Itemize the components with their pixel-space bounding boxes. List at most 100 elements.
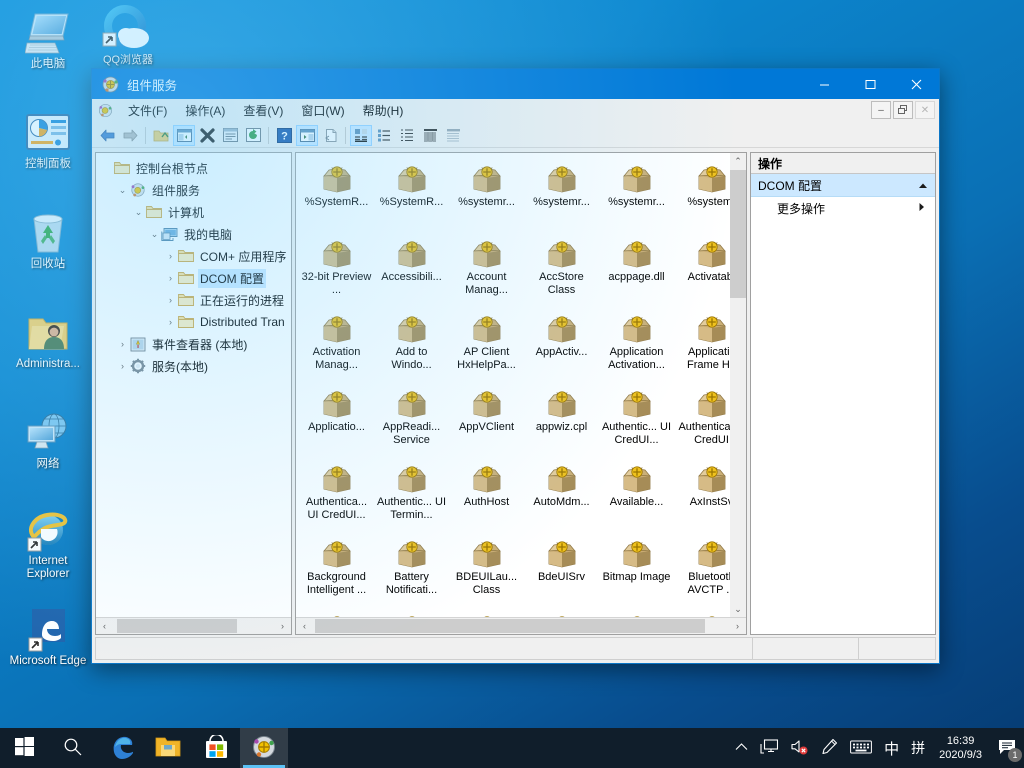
window-title-bar[interactable]: 组件服务 [92,69,939,99]
list-item[interactable]: acppage.dll [599,234,674,309]
touch-keyboard-button[interactable] [844,728,878,768]
list-item[interactable]: Activatabl [674,234,730,309]
list-item[interactable]: %systemr... [599,159,674,234]
ime-mode-button[interactable]: 中 [878,728,905,768]
list-item[interactable]: %systemr... [524,159,599,234]
chevron-right-icon[interactable]: › [164,294,177,307]
notification-center-button[interactable]: 1 [990,728,1024,768]
tree-item-8[interactable]: ›事件查看器 (本地) [96,333,291,355]
tree-item-7[interactable]: ›Distributed Tran [96,311,291,333]
chevron-right-icon[interactable]: › [164,272,177,285]
menu-item-view[interactable]: 查看(V) [234,99,292,122]
chevron-right-icon[interactable]: › [164,316,177,329]
list-item[interactable] [374,609,449,617]
scroll-up-arrow[interactable]: ⌃ [730,153,746,169]
list-item[interactable]: BdeUISrv [524,534,599,609]
menu-item-file[interactable]: 文件(F) [119,99,176,122]
component-services-button[interactable] [240,728,288,768]
icon-grid[interactable]: %SystemR...%SystemR...%systemr...%system… [296,153,730,617]
pen-button[interactable] [815,728,844,768]
list-item[interactable]: AppReadi... Service [374,384,449,459]
desktop-icon-recycle-bin[interactable]: 回收站 [8,208,88,271]
list-item[interactable]: Applicatic Frame Ho [674,309,730,384]
tree-item-9[interactable]: ›服务(本地) [96,355,291,377]
tree-item-6[interactable]: ›正在运行的进程 [96,289,291,311]
mdi-minimize-button[interactable]: – [871,101,891,119]
report-view-button[interactable] [442,125,464,146]
scroll-right-arrow[interactable]: › [274,618,291,634]
chevron-right-icon[interactable]: › [116,360,129,373]
list-item[interactable]: Authentica... UI CredUI... [299,459,374,534]
mdi-window-controls[interactable]: – ✕ [871,101,935,119]
scroll-left-arrow[interactable]: ‹ [296,618,313,634]
tree-item-1[interactable]: ⌄组件服务 [96,179,291,201]
list-item[interactable]: AP Client HxHelpPa... [449,309,524,384]
list-item[interactable]: Add to Windo... [374,309,449,384]
export-list-button[interactable] [319,125,341,146]
properties-button[interactable] [219,125,241,146]
list-item[interactable]: Battery Notificati... [374,534,449,609]
list-view-button[interactable] [396,125,418,146]
list-item[interactable]: %SystemR... [374,159,449,234]
list-item[interactable]: AppActiv... [524,309,599,384]
action-item-more-actions[interactable]: 更多操作 [751,197,935,219]
desktop-icon-user-folder[interactable]: Administra... [8,308,88,371]
console-tree-pane[interactable]: 控制台根节点⌄组件服务⌄计算机⌄我的电脑›COM+ 应用程序›DCOM 配置›正… [95,152,292,635]
list-item[interactable]: Application Activation... [599,309,674,384]
list-item[interactable]: BDEUILau... Class [449,534,524,609]
tree-item-4[interactable]: ›COM+ 应用程序 [96,245,291,267]
large-icons-button[interactable] [350,125,372,146]
list-item[interactable]: Authentica UI CredUI [674,384,730,459]
desktop-icon-qq-browser[interactable]: QQ浏览器 [88,4,168,67]
console-tree[interactable]: 控制台根节点⌄组件服务⌄计算机⌄我的电脑›COM+ 应用程序›DCOM 配置›正… [96,153,291,617]
list-item[interactable]: Bitmap Image [599,534,674,609]
list-item[interactable]: AppVClient [449,384,524,459]
list-item[interactable]: AxInstSv [674,459,730,534]
refresh-button[interactable] [242,125,264,146]
volume-button[interactable] [784,728,815,768]
list-item[interactable] [524,609,599,617]
file-explorer-button[interactable] [144,728,192,768]
list-item[interactable]: Authentic... UI CredUI... [599,384,674,459]
dcom-config-list[interactable]: %SystemR...%SystemR...%systemr...%system… [296,153,730,617]
start-button[interactable] [0,728,48,768]
back-button[interactable] [96,125,118,146]
list-item[interactable]: AuthHost [449,459,524,534]
tree-item-3[interactable]: ⌄我的电脑 [96,223,291,245]
actions-pane[interactable]: 操作 DCOM 配置 更多操作 [750,152,936,635]
scroll-thumb[interactable] [117,619,237,633]
list-item[interactable]: Account Manag... [449,234,524,309]
list-item[interactable]: %systemr... [449,159,524,234]
chevron-down-icon[interactable]: ⌄ [148,228,161,241]
search-button[interactable] [48,728,96,768]
help-button[interactable]: ? [273,125,295,146]
menu-item-action[interactable]: 操作(A) [176,99,234,122]
show-hidden-icons-button[interactable] [729,728,754,768]
scroll-track[interactable] [113,618,274,634]
taskbar[interactable]: 中 拼 16:39 2020/9/3 1 [0,728,1024,768]
desktop[interactable]: 此电脑 控制面板 [0,0,1024,768]
chevron-up-icon[interactable] [918,178,928,192]
scroll-right-arrow[interactable]: › [729,618,746,634]
list-item[interactable] [599,609,674,617]
scroll-track[interactable] [313,618,729,634]
desktop-icon-internet-explorer[interactable]: Internet Explorer [8,505,88,581]
dcom-config-list-pane[interactable]: %SystemR...%SystemR...%systemr...%system… [295,152,747,635]
delete-button[interactable] [196,125,218,146]
list-item[interactable]: Bluetooth AVCTP ... [674,534,730,609]
chevron-down-icon[interactable]: ⌄ [132,206,145,219]
desktop-icon-microsoft-edge[interactable]: Microsoft Edge [8,605,88,668]
microsoft-store-button[interactable] [192,728,240,768]
mdi-restore-button[interactable] [893,101,913,119]
list-item[interactable]: appwiz.cpl [524,384,599,459]
chevron-right-icon[interactable] [918,202,935,214]
system-tray[interactable]: 中 拼 16:39 2020/9/3 1 [729,728,1024,768]
list-item[interactable]: Background Intelligent ... [299,534,374,609]
forward-button[interactable] [119,125,141,146]
list-horizontal-scrollbar[interactable]: ‹ › [296,617,746,634]
list-item[interactable] [299,609,374,617]
tree-item-2[interactable]: ⌄计算机 [96,201,291,223]
list-item[interactable]: Applicatio... [299,384,374,459]
actions-group-dcom-config[interactable]: DCOM 配置 [751,174,935,197]
show-console-tree-button[interactable] [173,125,195,146]
